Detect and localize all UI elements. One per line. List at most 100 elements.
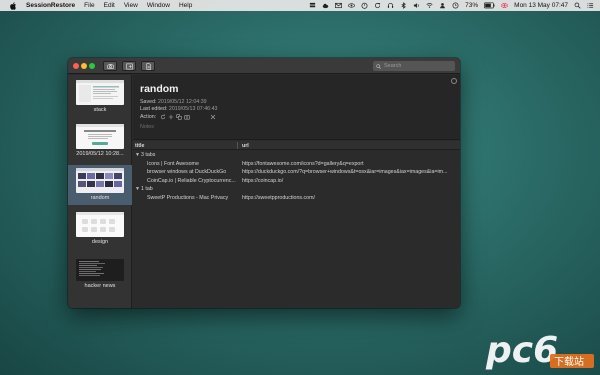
search-field[interactable] (373, 61, 455, 71)
table-row[interactable]: Icons | Font Awesome https://fontawesome… (133, 160, 460, 169)
restore-action-icon[interactable] (160, 114, 166, 120)
clock-icon[interactable] (452, 2, 459, 9)
saved-line: Saved: 2019/05/12 12:04:39 (140, 99, 207, 105)
table-header: title url (133, 141, 460, 150)
title-column-header[interactable]: title (135, 143, 144, 149)
row-title: ▼3 tabs (135, 152, 231, 158)
row-title: browser windows at DuckDuckGo (147, 169, 227, 175)
menu-bar: SessionRestore File Edit View Window Hel… (0, 0, 600, 11)
pc6-watermark-logo: pc6 下载站 (485, 330, 594, 371)
edited-line: Last edited: 2019/05/13 07:46:43 (140, 106, 217, 112)
edited-label: Last edited: (140, 106, 168, 112)
row-title: SweetP Productions - Mac Privacy (147, 194, 229, 201)
battery-icon[interactable] (484, 2, 495, 9)
refresh-icon[interactable] (374, 2, 381, 9)
camera-action-icon[interactable] (184, 114, 191, 120)
session-item-hacker-news[interactable]: hacker news (68, 253, 132, 293)
row-url: https://fontawesome.com/icons?d=gallery&… (242, 160, 364, 167)
session-item-random[interactable]: random (68, 165, 132, 205)
session-thumb (76, 124, 124, 149)
file-menu[interactable]: File (84, 2, 94, 9)
row-title: Icons | Font Awesome (147, 160, 199, 167)
headphones-icon[interactable] (387, 2, 394, 9)
random-thumb (76, 168, 124, 193)
window-menu[interactable]: Window (147, 2, 170, 9)
restore-button[interactable] (122, 61, 136, 71)
saved-label: Saved: (140, 99, 157, 105)
hacker-news-thumb (76, 256, 124, 281)
search-input[interactable] (384, 63, 454, 69)
sessions-sidebar: stack 2019/05/12 10:28... random design … (68, 75, 132, 308)
timer-icon[interactable] (361, 2, 368, 9)
column-divider[interactable] (237, 142, 238, 149)
bluetooth-icon[interactable] (400, 2, 407, 9)
export-button[interactable] (141, 61, 155, 71)
session-label: stack (93, 107, 107, 113)
search-icon (376, 63, 381, 69)
spotlight-icon[interactable] (574, 2, 581, 9)
table-row[interactable]: ▼1 tab (133, 185, 460, 194)
edited-value: 2019/05/13 07:46:43 (168, 106, 218, 112)
table-row[interactable]: CoinCap.io | Reliable Cryptocurrenc... h… (133, 177, 460, 186)
stack-tray-icon[interactable] (309, 2, 316, 9)
menu-clock[interactable]: Mon 13 May 07:47 (514, 2, 568, 9)
minimize-window-button[interactable] (81, 63, 87, 69)
action-label: Action: (140, 114, 157, 120)
row-url: https://sweetpproductions.com/ (242, 194, 316, 201)
open-window-icon (125, 63, 133, 69)
duplicate-action-icon[interactable] (176, 114, 182, 120)
cloud-icon[interactable] (322, 2, 329, 9)
window-toolbar (68, 58, 460, 74)
table-row[interactable]: ▼3 tabs (133, 151, 460, 160)
document-icon (145, 62, 151, 70)
view-menu[interactable]: View (124, 2, 138, 9)
stack-thumb (76, 80, 124, 105)
notes-field[interactable]: Notes (140, 124, 154, 130)
battery-percent[interactable]: 73% (465, 2, 478, 9)
session-label: design (91, 239, 109, 245)
volume-icon[interactable] (413, 2, 420, 9)
edit-menu[interactable]: Edit (104, 2, 115, 9)
add-action-icon[interactable] (168, 114, 174, 120)
flag-icon[interactable] (501, 2, 508, 9)
apple-icon[interactable] (8, 1, 18, 10)
group-label: 3 tabs (140, 152, 156, 158)
disclosure-triangle-icon[interactable]: ▼ (135, 152, 140, 158)
tabs-table: title url ▼3 tabs Icons | Font Awesome h… (133, 141, 460, 308)
svg-text:pc6: pc6 (485, 330, 558, 371)
session-item-stack[interactable]: stack (68, 77, 132, 117)
session-item-design[interactable]: design (68, 209, 132, 249)
eye-icon[interactable] (348, 2, 356, 9)
session-item-dated[interactable]: 2019/05/12 10:28... (68, 121, 132, 161)
session-label: hacker news (84, 283, 116, 289)
notification-center-icon[interactable] (587, 2, 594, 9)
session-label: random (90, 195, 110, 201)
row-url: https://coincap.io/ (242, 177, 284, 184)
design-thumb (76, 212, 124, 237)
session-label: 2019/05/12 10:28... (76, 151, 124, 157)
app-menu[interactable]: SessionRestore (26, 2, 75, 9)
disclosure-triangle-icon[interactable]: ▼ (135, 186, 140, 192)
snapshot-button[interactable] (103, 61, 117, 71)
close-window-button[interactable] (73, 63, 79, 69)
info-icon[interactable] (451, 78, 457, 84)
help-menu[interactable]: Help (179, 2, 192, 9)
zoom-window-button[interactable] (89, 63, 95, 69)
delete-action-icon[interactable] (210, 114, 216, 120)
session-restore-window: stack 2019/05/12 10:28... random design … (68, 58, 460, 308)
url-column-header[interactable]: url (242, 143, 249, 149)
camera-icon (106, 63, 114, 69)
table-row[interactable]: browser windows at DuckDuckGo https://du… (133, 168, 460, 177)
group-label: 1 tab (140, 186, 153, 192)
session-title[interactable]: random (140, 83, 179, 95)
svg-text:下载站: 下载站 (554, 355, 584, 368)
row-title: CoinCap.io | Reliable Cryptocurrenc... (147, 177, 236, 184)
row-title: ▼1 tab (135, 186, 231, 192)
saved-value: 2019/05/12 12:04:39 (157, 99, 207, 105)
wifi-icon[interactable] (426, 2, 433, 9)
user-icon[interactable] (439, 2, 446, 9)
mail-icon[interactable] (335, 2, 343, 9)
table-row[interactable]: SweetP Productions - Mac Privacy https:/… (133, 194, 460, 203)
session-detail-header: random Saved: 2019/05/12 12:04:39 Last e… (133, 75, 460, 140)
action-row: Action: (140, 114, 218, 120)
